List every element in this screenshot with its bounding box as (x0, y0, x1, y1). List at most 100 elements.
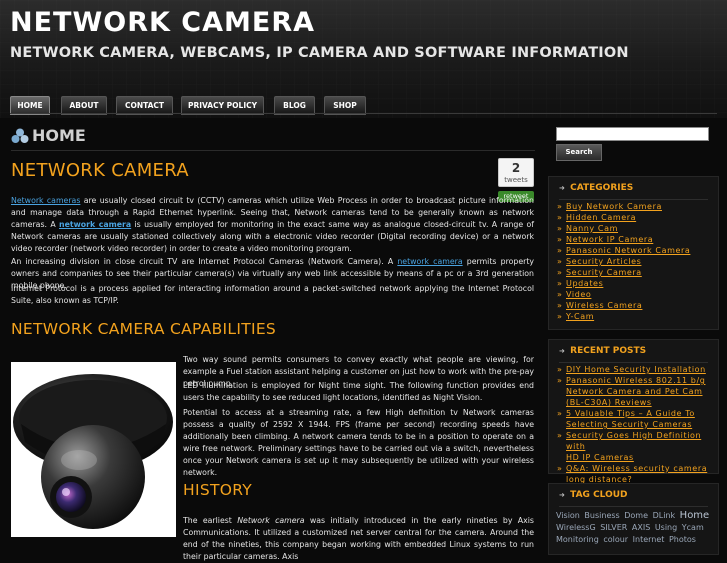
arrow-right-icon: ➜ (559, 184, 565, 192)
intro-p2-text-a: An increasing division in close circuit … (11, 257, 398, 266)
categories-widget: ➜ CATEGORIES » Buy Network Camera » Hidden… (548, 176, 719, 330)
tweet-count-label: tweets (504, 176, 528, 184)
recent-post-line[interactable]: 5 Valuable Tips – A Guide To (566, 409, 695, 418)
tag-link[interactable]: Business (584, 511, 619, 520)
recent-post-line[interactable]: DIY Home Security Installation (566, 365, 706, 374)
recent-post-item[interactable]: » Panasonic Wireless 802.11 b/g Network Ca… (557, 375, 714, 408)
tag-link[interactable]: Photos (669, 535, 696, 544)
tag-link[interactable]: DLink (653, 511, 676, 520)
recent-post-line[interactable]: Q&A: Wireless security camera (566, 464, 707, 473)
capabilities-paragraph-3: Potential to access at a streaming rate,… (183, 408, 534, 477)
tag-link[interactable]: Internet (633, 535, 665, 544)
category-label[interactable]: Buy Network Camera (566, 202, 662, 211)
category-item[interactable]: » Hidden Camera (557, 212, 714, 223)
bullet-icon: » (557, 431, 563, 440)
category-item[interactable]: » Wireless Camera (557, 300, 714, 311)
category-label[interactable]: Nanny Cam (566, 224, 618, 233)
recent-posts-widget: ➜ RECENT POSTS » DIY Home Security Instal… (548, 339, 719, 484)
tag-link[interactable]: Vision (556, 511, 580, 520)
recent-post-line[interactable]: Security Goes High Definition with (566, 431, 701, 451)
recent-post-line[interactable]: HD IP Cameras (566, 453, 634, 462)
category-item[interactable]: » Panasonic Network Camera (557, 245, 714, 256)
tag-link[interactable]: SILVER (600, 523, 627, 532)
tweet-count-box: 2 tweets (498, 158, 534, 187)
recent-post-line[interactable]: (BL-C30A) Reviews (566, 398, 652, 407)
categories-divider (559, 199, 708, 200)
bullet-icon: » (557, 301, 563, 310)
site-description: NETWORK CAMERA, WEBCAMS, IP CAMERA AND S… (10, 45, 629, 61)
tag-link[interactable]: AXIS (632, 523, 650, 532)
tag-link[interactable]: Dome (624, 511, 648, 520)
category-item[interactable]: » Updates (557, 278, 714, 289)
tweet-count: 2 (511, 161, 521, 175)
network-camera-image (11, 362, 176, 537)
recent-posts-list: » DIY Home Security Installation » Panason… (557, 364, 714, 485)
page-heading-divider (11, 150, 535, 151)
tag-cloud-title-text: TAG CLOUD (570, 490, 628, 500)
tag-link[interactable]: WirelessG (556, 523, 596, 532)
recent-post-item[interactable]: » DIY Home Security Installation (557, 364, 714, 375)
bullet-icon: » (557, 213, 563, 222)
bullet-icon: » (557, 202, 563, 211)
bullet-icon: » (557, 290, 563, 299)
category-item[interactable]: » Security Articles (557, 256, 714, 267)
recent-post-line[interactable]: Selecting Security Cameras (566, 420, 692, 429)
tag-link[interactable]: colour (603, 535, 628, 544)
category-item[interactable]: » Nanny Cam (557, 223, 714, 234)
dome-camera-illustration (13, 374, 173, 529)
bullet-icon: » (557, 376, 563, 385)
tag-cloud-widget: ➜ TAG CLOUD Vision Business Dome DLink H… (548, 483, 719, 555)
bullet-icon: » (557, 409, 563, 418)
nav-divider (10, 113, 717, 114)
category-item[interactable]: » Buy Network Camera (557, 201, 714, 212)
history-paragraph-1: The earliest Network camera was initiall… (183, 515, 534, 563)
bullet-icon: » (557, 235, 563, 244)
tag-link[interactable]: Monitoring (556, 535, 599, 544)
category-label[interactable]: Y-Cam (566, 312, 594, 321)
recent-posts-title: ➜ RECENT POSTS (559, 340, 646, 362)
tag-link[interactable]: Using (655, 523, 677, 532)
category-item[interactable]: » Network IP Camera (557, 234, 714, 245)
bullet-icon: » (557, 224, 563, 233)
bullet-icon: » (557, 279, 563, 288)
history-text-em: Network camera (237, 516, 305, 525)
bullet-icon: » (557, 365, 563, 374)
categories-list: » Buy Network Camera » Hidden Camera » Nann… (557, 201, 714, 322)
category-label[interactable]: Hidden Camera (566, 213, 636, 222)
recent-post-item[interactable]: » 5 Valuable Tips – A Guide To Selecting S… (557, 408, 714, 430)
category-label[interactable]: Wireless Camera (566, 301, 642, 310)
recent-posts-divider (559, 362, 708, 363)
recent-post-line[interactable]: Network Camera and Pet Cam (566, 387, 703, 396)
category-label[interactable]: Panasonic Network Camera (566, 246, 690, 255)
category-label[interactable]: Video (566, 290, 591, 299)
recent-post-item[interactable]: » Q&A: Wireless security camera long dista… (557, 463, 714, 485)
category-label[interactable]: Network IP Camera (566, 235, 653, 244)
network-cameras-link[interactable]: Network cameras (11, 196, 80, 205)
bullet-icon: » (557, 246, 563, 255)
category-label[interactable]: Updates (566, 279, 603, 288)
page-heading-text: HOME (32, 126, 86, 145)
tag-cloud: Vision Business Dome DLink Home Wireless… (556, 510, 714, 546)
bullet-icon: » (557, 464, 563, 473)
history-text-a: The earliest (183, 516, 238, 525)
category-item[interactable]: » Security Camera (557, 267, 714, 278)
intro-paragraph-3: Internet Protocol is a process applied f… (11, 284, 534, 305)
recent-post-line[interactable]: Panasonic Wireless 802.11 b/g (566, 376, 705, 385)
tag-link[interactable]: Ycam (682, 523, 704, 532)
category-item[interactable]: » Video (557, 289, 714, 300)
search-input[interactable] (556, 127, 709, 141)
categories-title: ➜ CATEGORIES (559, 177, 633, 199)
recent-post-item[interactable]: » Security Goes High Definition with HD IP… (557, 430, 714, 463)
search-button[interactable]: Search (556, 144, 602, 161)
intro-paragraph-1: Network cameras are usually closed circu… (11, 195, 534, 255)
category-label[interactable]: Security Camera (566, 268, 642, 277)
article-title[interactable]: NETWORK CAMERA (11, 160, 189, 181)
tag-link[interactable]: Home (680, 510, 710, 521)
category-item[interactable]: » Y-Cam (557, 311, 714, 322)
category-label[interactable]: Security Articles (566, 257, 641, 266)
history-heading: HISTORY (183, 481, 253, 499)
network-camera-link[interactable]: network camera (59, 220, 131, 229)
network-camera-link-2[interactable]: network camera (397, 257, 462, 266)
site-title[interactable]: NETWORK CAMERA (10, 7, 315, 38)
arrow-right-icon: ➜ (559, 347, 565, 355)
